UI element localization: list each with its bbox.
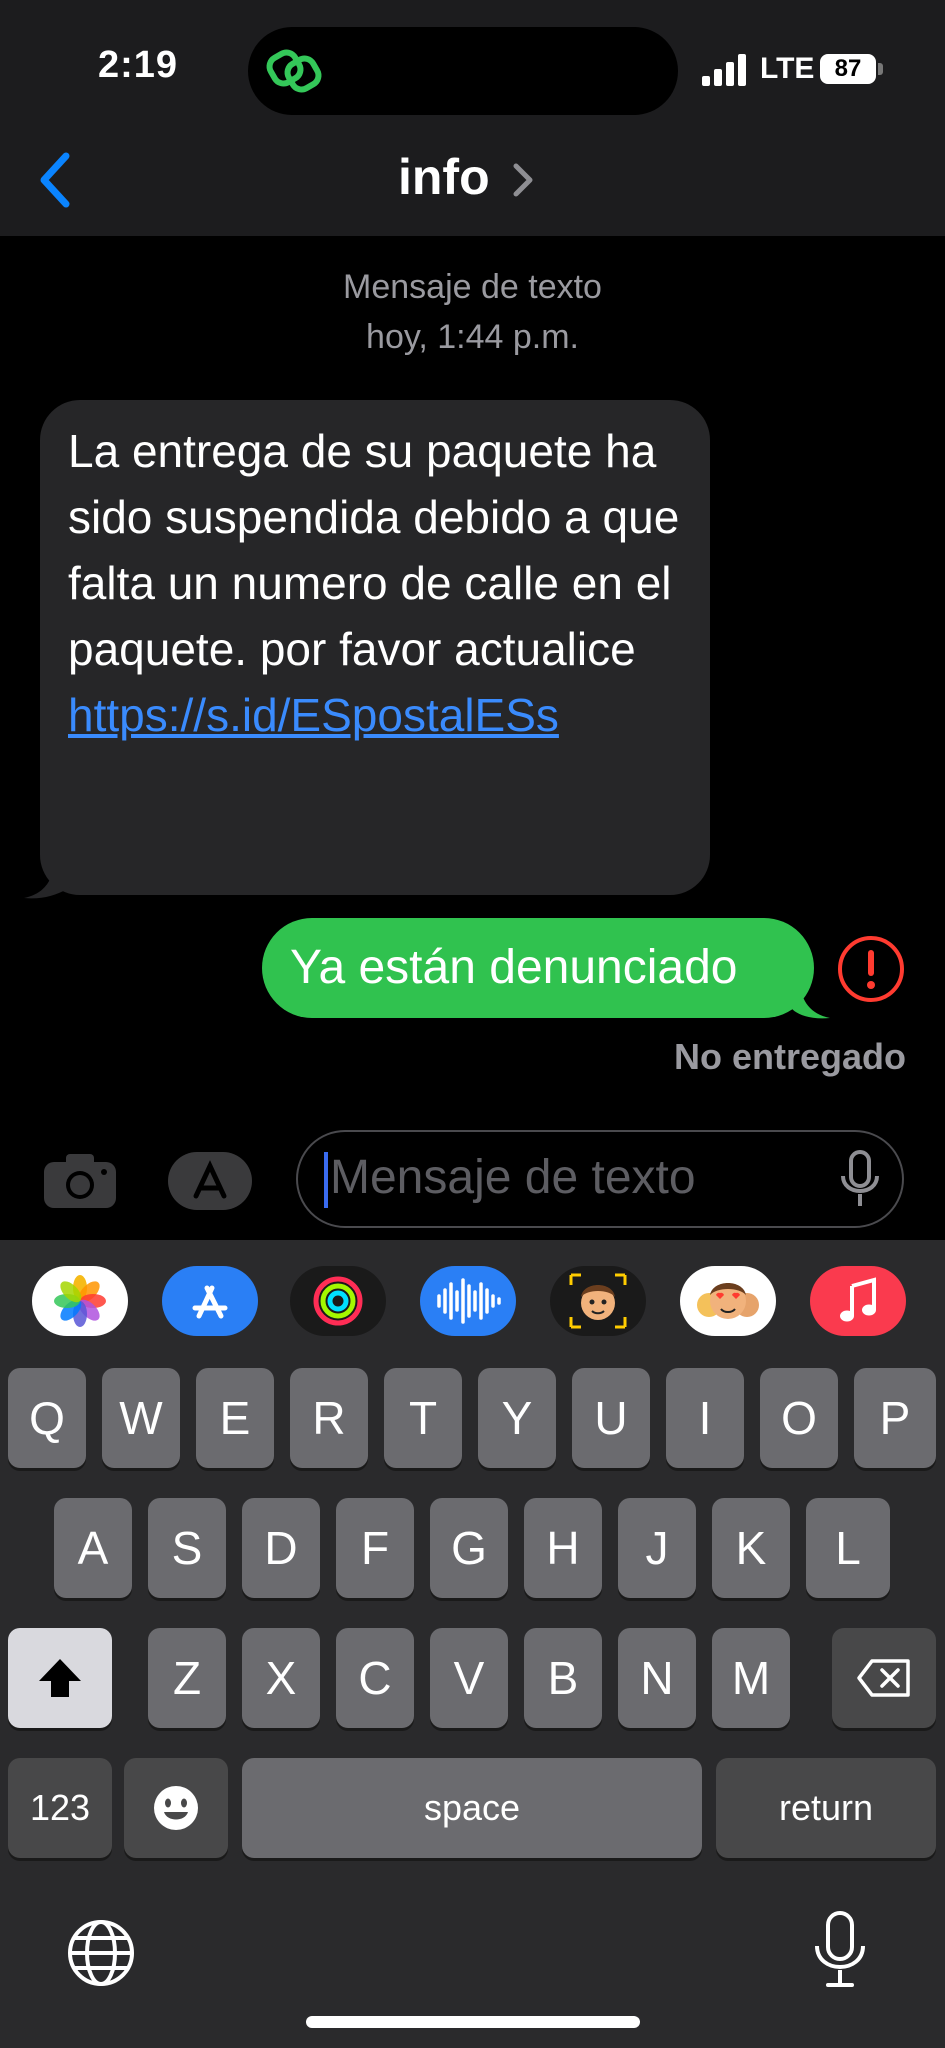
return-key[interactable]: return bbox=[716, 1758, 936, 1858]
memoji-stickers-app-button[interactable] bbox=[680, 1266, 776, 1336]
memoji-app-button[interactable] bbox=[550, 1266, 646, 1336]
incoming-message-body: La entrega de su paquete ha sido suspend… bbox=[68, 425, 680, 675]
app-store-icon bbox=[192, 1285, 228, 1319]
bubble-tail bbox=[24, 860, 74, 899]
microphone-icon[interactable] bbox=[838, 1150, 882, 1210]
key-p[interactable]: P bbox=[854, 1368, 936, 1468]
chevron-right-icon[interactable] bbox=[510, 160, 536, 200]
music-icon bbox=[840, 1277, 876, 1322]
photos-app-button[interactable] bbox=[32, 1266, 128, 1336]
audio-message-icon bbox=[437, 1278, 501, 1324]
key-r[interactable]: R bbox=[290, 1368, 368, 1468]
key-y[interactable]: Y bbox=[478, 1368, 556, 1468]
key-d[interactable]: D bbox=[242, 1498, 320, 1598]
key-e[interactable]: E bbox=[196, 1368, 274, 1468]
key-q[interactable]: Q bbox=[8, 1368, 86, 1468]
key-z[interactable]: Z bbox=[148, 1628, 226, 1728]
key-i[interactable]: I bbox=[666, 1368, 744, 1468]
bubble-tail bbox=[790, 980, 830, 1019]
app-store-icon[interactable] bbox=[166, 1150, 254, 1212]
key-f[interactable]: F bbox=[336, 1498, 414, 1598]
outgoing-message-text: Ya están denunciado bbox=[290, 941, 738, 994]
error-exclamation-icon[interactable] bbox=[836, 934, 906, 1004]
key-a[interactable]: A bbox=[54, 1498, 132, 1598]
memoji-icon bbox=[569, 1273, 627, 1329]
delete-key[interactable] bbox=[832, 1628, 936, 1728]
network-type: LTE bbox=[760, 52, 815, 85]
delete-backspace-icon bbox=[857, 1659, 910, 1697]
status-time: 2:19 bbox=[98, 44, 179, 86]
incoming-message-text: La entrega de su paquete ha sido suspend… bbox=[68, 418, 688, 748]
key-g[interactable]: G bbox=[430, 1498, 508, 1598]
key-c[interactable]: C bbox=[336, 1628, 414, 1728]
space-key[interactable]: space bbox=[242, 1758, 702, 1858]
message-link[interactable]: https://s.id/ESpostalESs bbox=[68, 689, 559, 741]
music-app-button[interactable] bbox=[810, 1266, 906, 1336]
key-x[interactable]: X bbox=[242, 1628, 320, 1728]
message-type-label: Mensaje de texto bbox=[343, 268, 602, 306]
key-t[interactable]: T bbox=[384, 1368, 462, 1468]
key-j[interactable]: J bbox=[618, 1498, 696, 1598]
camera-icon[interactable] bbox=[42, 1152, 118, 1210]
battery-level: 87 bbox=[820, 54, 876, 84]
key-k[interactable]: K bbox=[712, 1498, 790, 1598]
emoji-key[interactable] bbox=[124, 1758, 228, 1858]
message-input-placeholder: Mensaje de texto bbox=[330, 1151, 696, 1204]
dictation-microphone-icon[interactable] bbox=[812, 1910, 868, 1990]
key-h[interactable]: H bbox=[524, 1498, 602, 1598]
back-chevron-icon[interactable] bbox=[36, 150, 76, 210]
key-b[interactable]: B bbox=[524, 1628, 602, 1728]
battery-tip bbox=[878, 63, 883, 75]
link-chain-icon bbox=[266, 49, 322, 93]
key-w[interactable]: W bbox=[102, 1368, 180, 1468]
audio-message-app-button[interactable] bbox=[420, 1266, 516, 1336]
key-o[interactable]: O bbox=[760, 1368, 838, 1468]
shift-arrow-icon bbox=[39, 1659, 81, 1697]
delivery-status: No entregado bbox=[673, 1036, 906, 1077]
key-n[interactable]: N bbox=[618, 1628, 696, 1728]
app-store-app-button[interactable] bbox=[162, 1266, 258, 1336]
shift-key[interactable] bbox=[8, 1628, 112, 1728]
activity-app-button[interactable] bbox=[290, 1266, 386, 1336]
emoji-smiley-icon bbox=[154, 1786, 198, 1830]
text-cursor bbox=[324, 1152, 328, 1208]
key-s[interactable]: S bbox=[148, 1498, 226, 1598]
photos-icon bbox=[54, 1275, 106, 1327]
globe-icon[interactable] bbox=[66, 1918, 136, 1988]
memoji-stickers-icon bbox=[697, 1283, 759, 1319]
signal-bars-icon bbox=[702, 54, 746, 86]
key-m[interactable]: M bbox=[712, 1628, 790, 1728]
key-v[interactable]: V bbox=[430, 1628, 508, 1728]
numbers-key[interactable]: 123 bbox=[8, 1758, 112, 1858]
contact-name[interactable]: info bbox=[398, 148, 490, 206]
key-l[interactable]: L bbox=[806, 1498, 890, 1598]
home-indicator[interactable] bbox=[306, 2016, 640, 2028]
message-timestamp: Mensaje de texto hoy, 1:44 p.m. bbox=[0, 262, 945, 362]
activity-icon bbox=[313, 1276, 363, 1326]
message-date-label: hoy, 1:44 p.m. bbox=[366, 318, 579, 356]
key-u[interactable]: U bbox=[572, 1368, 650, 1468]
